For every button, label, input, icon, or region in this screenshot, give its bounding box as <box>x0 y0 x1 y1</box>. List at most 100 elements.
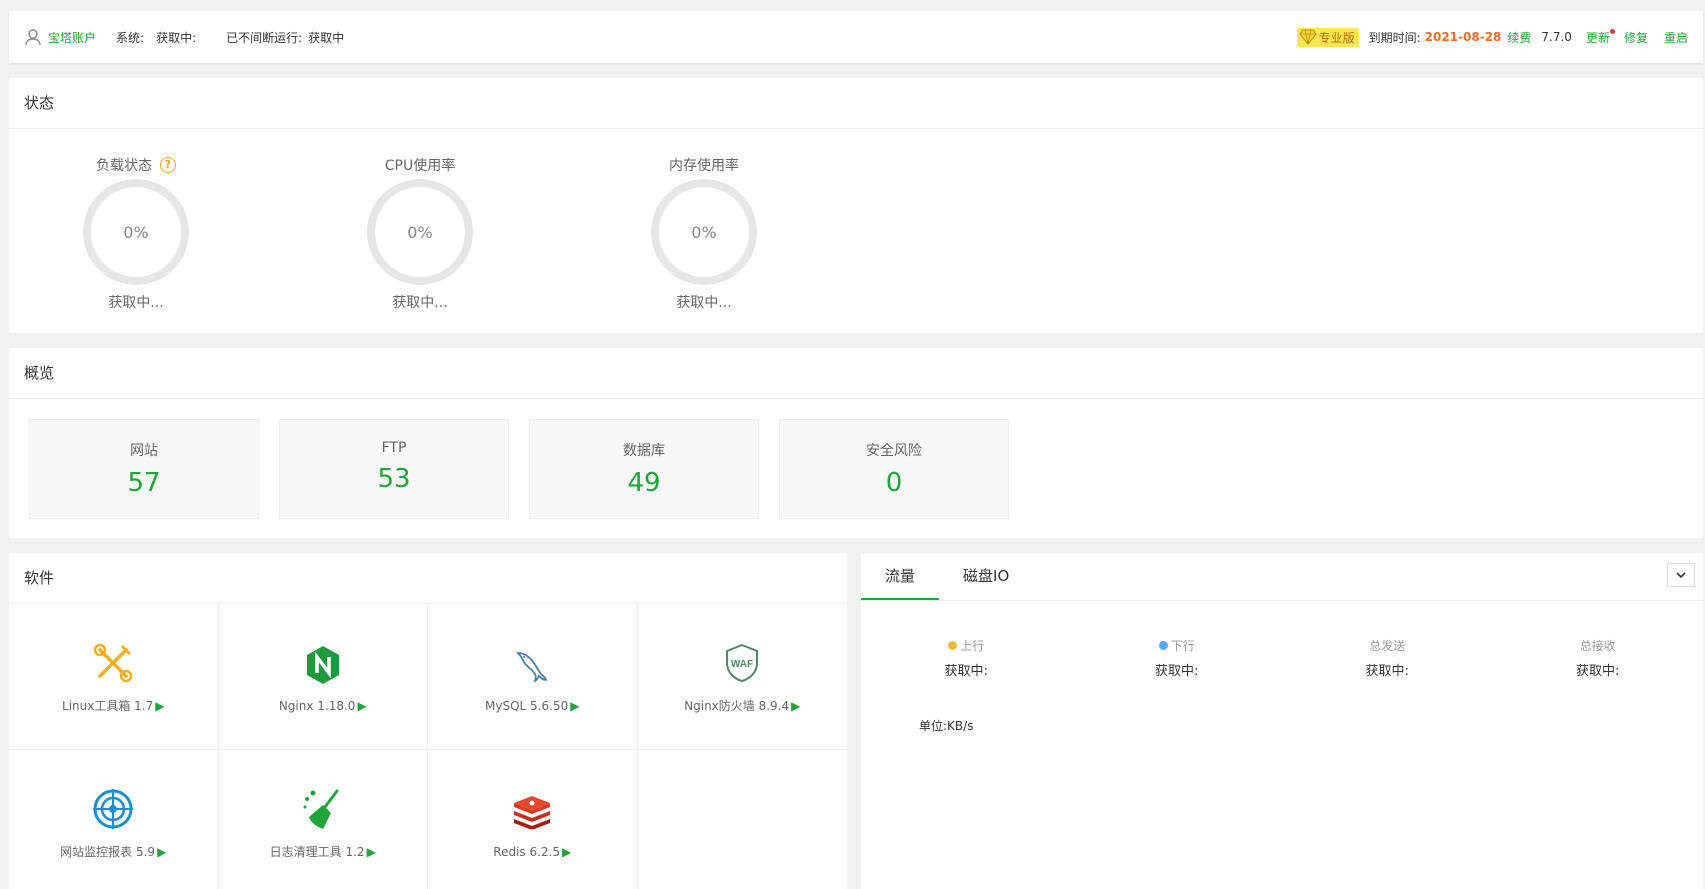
help-icon[interactable]: ? <box>160 157 176 173</box>
overview-card-label: 网站 <box>130 443 158 459</box>
overview-card-value: 53 <box>377 464 411 494</box>
tools-icon <box>89 639 137 687</box>
software-item-label: Nginx防火墙 8.9.4 <box>684 699 790 713</box>
stat-label: 上行 <box>960 639 985 653</box>
svg-text:WAF: WAF <box>731 659 753 670</box>
stat-total-received: 总接收 获取中: <box>1493 637 1704 679</box>
overview-panel: 概览 网站 57 FTP 53 数据库 49 安全风险 0 <box>9 348 1703 538</box>
play-icon[interactable]: ▶ <box>157 845 166 859</box>
overview-card-label: 数据库 <box>623 443 665 459</box>
memory-gauge-title: 内存使用率 <box>669 158 739 174</box>
cpu-gauge-circle: 0% <box>367 179 473 285</box>
stat-total-sent: 总发送 获取中: <box>1282 637 1493 679</box>
overview-card-value: 49 <box>627 468 661 498</box>
tab-disk-io[interactable]: 磁盘IO <box>939 552 1033 600</box>
top-bar: 宝塔账户 系统: 获取中: 已不间断运行: 获取中 专业版 到期时间: 2021… <box>9 11 1703 63</box>
redis-icon <box>508 787 556 835</box>
user-icon <box>25 29 41 46</box>
chevron-down-icon <box>1676 572 1686 578</box>
pro-badge-label: 专业版 <box>1318 30 1355 45</box>
uptime-label: 已不间断运行: <box>226 30 303 45</box>
unit-label: 单位:KB/s <box>919 719 974 733</box>
cpu-gauge[interactable]: CPU使用率 0% 获取中... <box>350 155 490 312</box>
traffic-tabs: 流量 磁盘IO <box>861 553 1703 601</box>
waf-shield-icon: WAF <box>718 639 766 687</box>
software-item-log-cleaner[interactable]: 日志清理工具 1.2 ▶ <box>219 750 428 889</box>
upload-dot-icon <box>948 641 958 650</box>
stat-label: 总接收 <box>1579 639 1616 653</box>
repair-link[interactable]: 修复 <box>1624 29 1648 46</box>
pro-badge: 专业版 <box>1296 27 1359 47</box>
overview-card-security-risk[interactable]: 安全风险 0 <box>779 419 1009 519</box>
software-item-redis[interactable]: Redis 6.2.5 ▶ <box>428 750 638 889</box>
stat-value: 获取中: <box>1365 664 1409 679</box>
download-dot-icon <box>1158 641 1168 650</box>
gauges-row: 负载状态 ? 0% 获取中... CPU使用率 0% 获取中... 内存使用率 … <box>9 129 1703 333</box>
play-icon[interactable]: ▶ <box>562 845 571 859</box>
version-number: 7.7.0 <box>1541 30 1572 44</box>
overview-card-value: 57 <box>127 468 161 498</box>
account-link[interactable]: 宝塔账户 <box>48 29 96 46</box>
load-gauge-circle: 0% <box>83 179 189 285</box>
renew-link[interactable]: 续费 <box>1507 29 1531 46</box>
play-icon[interactable]: ▶ <box>357 699 366 713</box>
uptime-value: 获取中 <box>308 30 345 45</box>
software-item-linux-toolbox[interactable]: Linux工具箱 1.7 ▶ <box>9 604 219 750</box>
restart-link[interactable]: 重启 <box>1664 29 1688 46</box>
traffic-panel: 流量 磁盘IO 上行 获取中: 下行 获取中: 总发送 获取中: 总接收 获取中… <box>861 553 1703 889</box>
overview-card-label: 安全风险 <box>866 443 922 459</box>
software-item-label: Redis 6.2.5 <box>493 844 560 859</box>
system-label: 系统: <box>116 30 145 45</box>
software-item-label: 网站监控报表 5.9 <box>60 845 156 859</box>
load-gauge[interactable]: 负载状态 ? 0% 获取中... <box>66 155 206 312</box>
software-item-mysql[interactable]: MySQL 5.6.50 ▶ <box>428 604 638 750</box>
software-item-label: MySQL 5.6.50 <box>485 698 569 713</box>
overview-card-value: 0 <box>885 468 903 498</box>
traffic-stats: 上行 获取中: 下行 获取中: 总发送 获取中: 总接收 获取中: <box>861 601 1703 679</box>
software-item-label: Linux工具箱 1.7 <box>62 699 154 713</box>
overview-card-database[interactable]: 数据库 49 <box>529 419 759 519</box>
stat-label: 下行 <box>1170 639 1195 653</box>
software-panel: 软件 Linux工具箱 1.7 ▶ Nginx 1.18.0 ▶ MySQL 5… <box>9 553 847 889</box>
cpu-gauge-sub: 获取中... <box>392 295 448 311</box>
software-title: 软件 <box>9 553 847 604</box>
stat-value: 获取中: <box>1576 664 1620 679</box>
load-gauge-sub: 获取中... <box>108 295 164 311</box>
software-item-label: Nginx 1.18.0 <box>278 698 356 713</box>
play-icon[interactable]: ▶ <box>367 845 376 859</box>
mysql-dolphin-icon <box>508 641 556 689</box>
stat-download: 下行 获取中: <box>1072 637 1283 679</box>
load-gauge-title: 负载状态 <box>96 158 152 174</box>
memory-gauge-sub: 获取中... <box>676 295 732 311</box>
radar-target-icon <box>89 785 137 833</box>
play-icon[interactable]: ▶ <box>155 699 164 713</box>
stat-label: 总发送 <box>1369 639 1406 653</box>
status-title: 状态 <box>9 78 1703 129</box>
stat-value: 获取中: <box>1155 664 1199 679</box>
play-icon[interactable]: ▶ <box>570 699 579 713</box>
broom-icon <box>299 785 347 833</box>
software-item-nginx[interactable]: Nginx 1.18.0 ▶ <box>218 604 428 750</box>
stat-value: 获取中: <box>944 664 988 679</box>
update-link[interactable]: 更新 <box>1586 28 1615 46</box>
overview-card-sites[interactable]: 网站 57 <box>29 419 259 519</box>
software-item-label: 日志清理工具 1.2 <box>269 845 365 859</box>
expire-label: 到期时间: <box>1368 30 1421 45</box>
stat-upload: 上行 获取中: <box>861 637 1072 679</box>
play-icon[interactable]: ▶ <box>791 699 800 713</box>
overview-card-label: FTP <box>381 440 407 456</box>
overview-title: 概览 <box>9 348 1703 399</box>
tab-traffic[interactable]: 流量 <box>861 552 940 600</box>
software-item-nginx-waf[interactable]: WAF Nginx防火墙 8.9.4 ▶ <box>637 604 847 750</box>
software-item-empty <box>638 750 848 889</box>
diamond-icon <box>1298 29 1317 45</box>
overview-card-ftp[interactable]: FTP 53 <box>279 419 509 519</box>
expire-date: 2021-08-28 <box>1424 30 1502 44</box>
software-item-site-monitor[interactable]: 网站监控报表 5.9 ▶ <box>9 750 219 889</box>
memory-gauge[interactable]: 内存使用率 0% 获取中... <box>634 155 774 312</box>
network-select[interactable] <box>1667 563 1695 587</box>
memory-gauge-circle: 0% <box>651 179 757 285</box>
status-panel: 状态 负载状态 ? 0% 获取中... CPU使用率 0% 获取中... 内存使… <box>9 78 1703 333</box>
system-value: 获取中: <box>156 30 197 45</box>
nginx-icon <box>299 641 347 689</box>
